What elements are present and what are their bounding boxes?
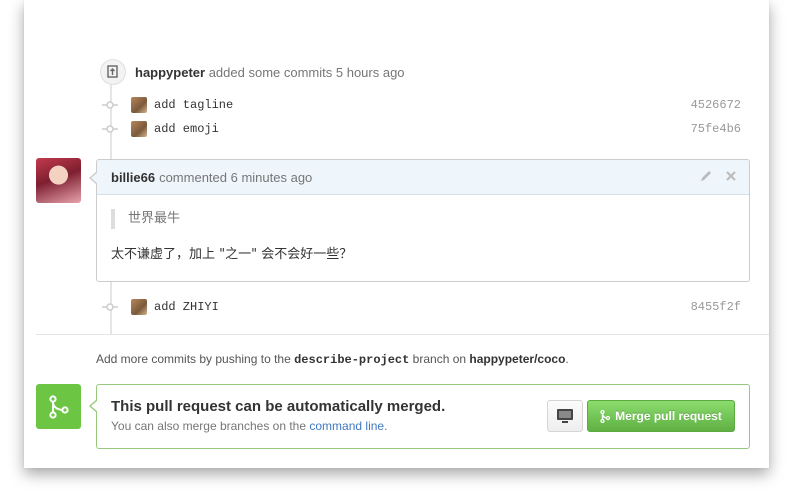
commit-sha-link[interactable]: 75fe4b6 bbox=[691, 122, 741, 136]
desktop-icon bbox=[557, 409, 573, 423]
merge-box: This pull request can be automatically m… bbox=[89, 384, 750, 449]
commit-sha-link[interactable]: 8455f2f bbox=[691, 300, 741, 314]
comment-body: 太不谦虚了，加上 "之一" 会不会好一些？ bbox=[111, 247, 353, 262]
repo-push-icon bbox=[100, 59, 126, 85]
comment-author-link[interactable]: billie66 bbox=[111, 170, 155, 185]
merge-sub-prefix: You can also merge branches on the bbox=[111, 419, 307, 433]
comment-box: billie66 commented 6 minutes ago 世界最牛 太不… bbox=[89, 159, 750, 282]
git-commit-icon bbox=[102, 123, 118, 135]
commit-author-avatar[interactable] bbox=[131, 121, 147, 137]
commit-row: add emoji 75fe4b6 bbox=[102, 117, 741, 141]
git-commit-icon bbox=[102, 301, 118, 313]
merge-pull-request-button[interactable]: Merge pull request bbox=[587, 400, 735, 432]
hint-suffix: . bbox=[565, 352, 569, 366]
merge-sub-suffix: . bbox=[384, 419, 388, 433]
commit-row: add ZHIYI 8455f2f bbox=[102, 295, 741, 319]
open-in-desktop-button[interactable] bbox=[547, 400, 583, 432]
merge-button-label: Merge pull request bbox=[615, 409, 722, 423]
git-merge-icon bbox=[600, 409, 611, 423]
commit-author-avatar[interactable] bbox=[131, 97, 147, 113]
close-icon[interactable] bbox=[725, 169, 737, 185]
git-commit-icon bbox=[102, 99, 118, 111]
comment-actions bbox=[699, 169, 737, 186]
merge-status-title: This pull request can be automatically m… bbox=[111, 398, 446, 415]
commit-message-link[interactable]: add emoji bbox=[154, 122, 219, 136]
commit-message-link[interactable]: add ZHIYI bbox=[154, 300, 219, 314]
commit-sha-link[interactable]: 4526672 bbox=[691, 98, 741, 112]
branch-name: describe-project bbox=[294, 353, 410, 367]
merge-status-sub: You can also merge branches on the comma… bbox=[111, 419, 387, 433]
hint-prefix: Add more commits by pushing to the bbox=[96, 352, 291, 366]
command-line-link[interactable]: command line bbox=[309, 419, 384, 433]
hint-middle: branch on bbox=[412, 352, 467, 366]
push-event: happypeter added some commits 5 hours ag… bbox=[100, 52, 405, 92]
repo-link[interactable]: happypeter/coco bbox=[469, 352, 565, 366]
comment-quote: 世界最牛 bbox=[111, 209, 749, 229]
section-divider bbox=[36, 334, 769, 335]
comment-header: billie66 commented 6 minutes ago bbox=[97, 160, 749, 195]
commit-row: add tagline 4526672 bbox=[102, 93, 741, 117]
git-merge-icon bbox=[36, 384, 81, 429]
pull-request-timeline: happypeter added some commits 5 hours ag… bbox=[24, 0, 769, 468]
commit-message-link[interactable]: add tagline bbox=[154, 98, 233, 112]
commit-author-avatar[interactable] bbox=[131, 299, 147, 315]
push-event-text: happypeter added some commits 5 hours ag… bbox=[135, 65, 405, 80]
pencil-icon[interactable] bbox=[699, 169, 713, 186]
push-actor-link[interactable]: happypeter bbox=[135, 65, 205, 80]
push-action: added some commits 5 hours ago bbox=[208, 64, 405, 80]
comment-meta[interactable]: commented 6 minutes ago bbox=[159, 170, 312, 185]
comment-author-avatar[interactable] bbox=[36, 158, 81, 203]
push-hint: Add more commits by pushing to the descr… bbox=[96, 352, 569, 367]
